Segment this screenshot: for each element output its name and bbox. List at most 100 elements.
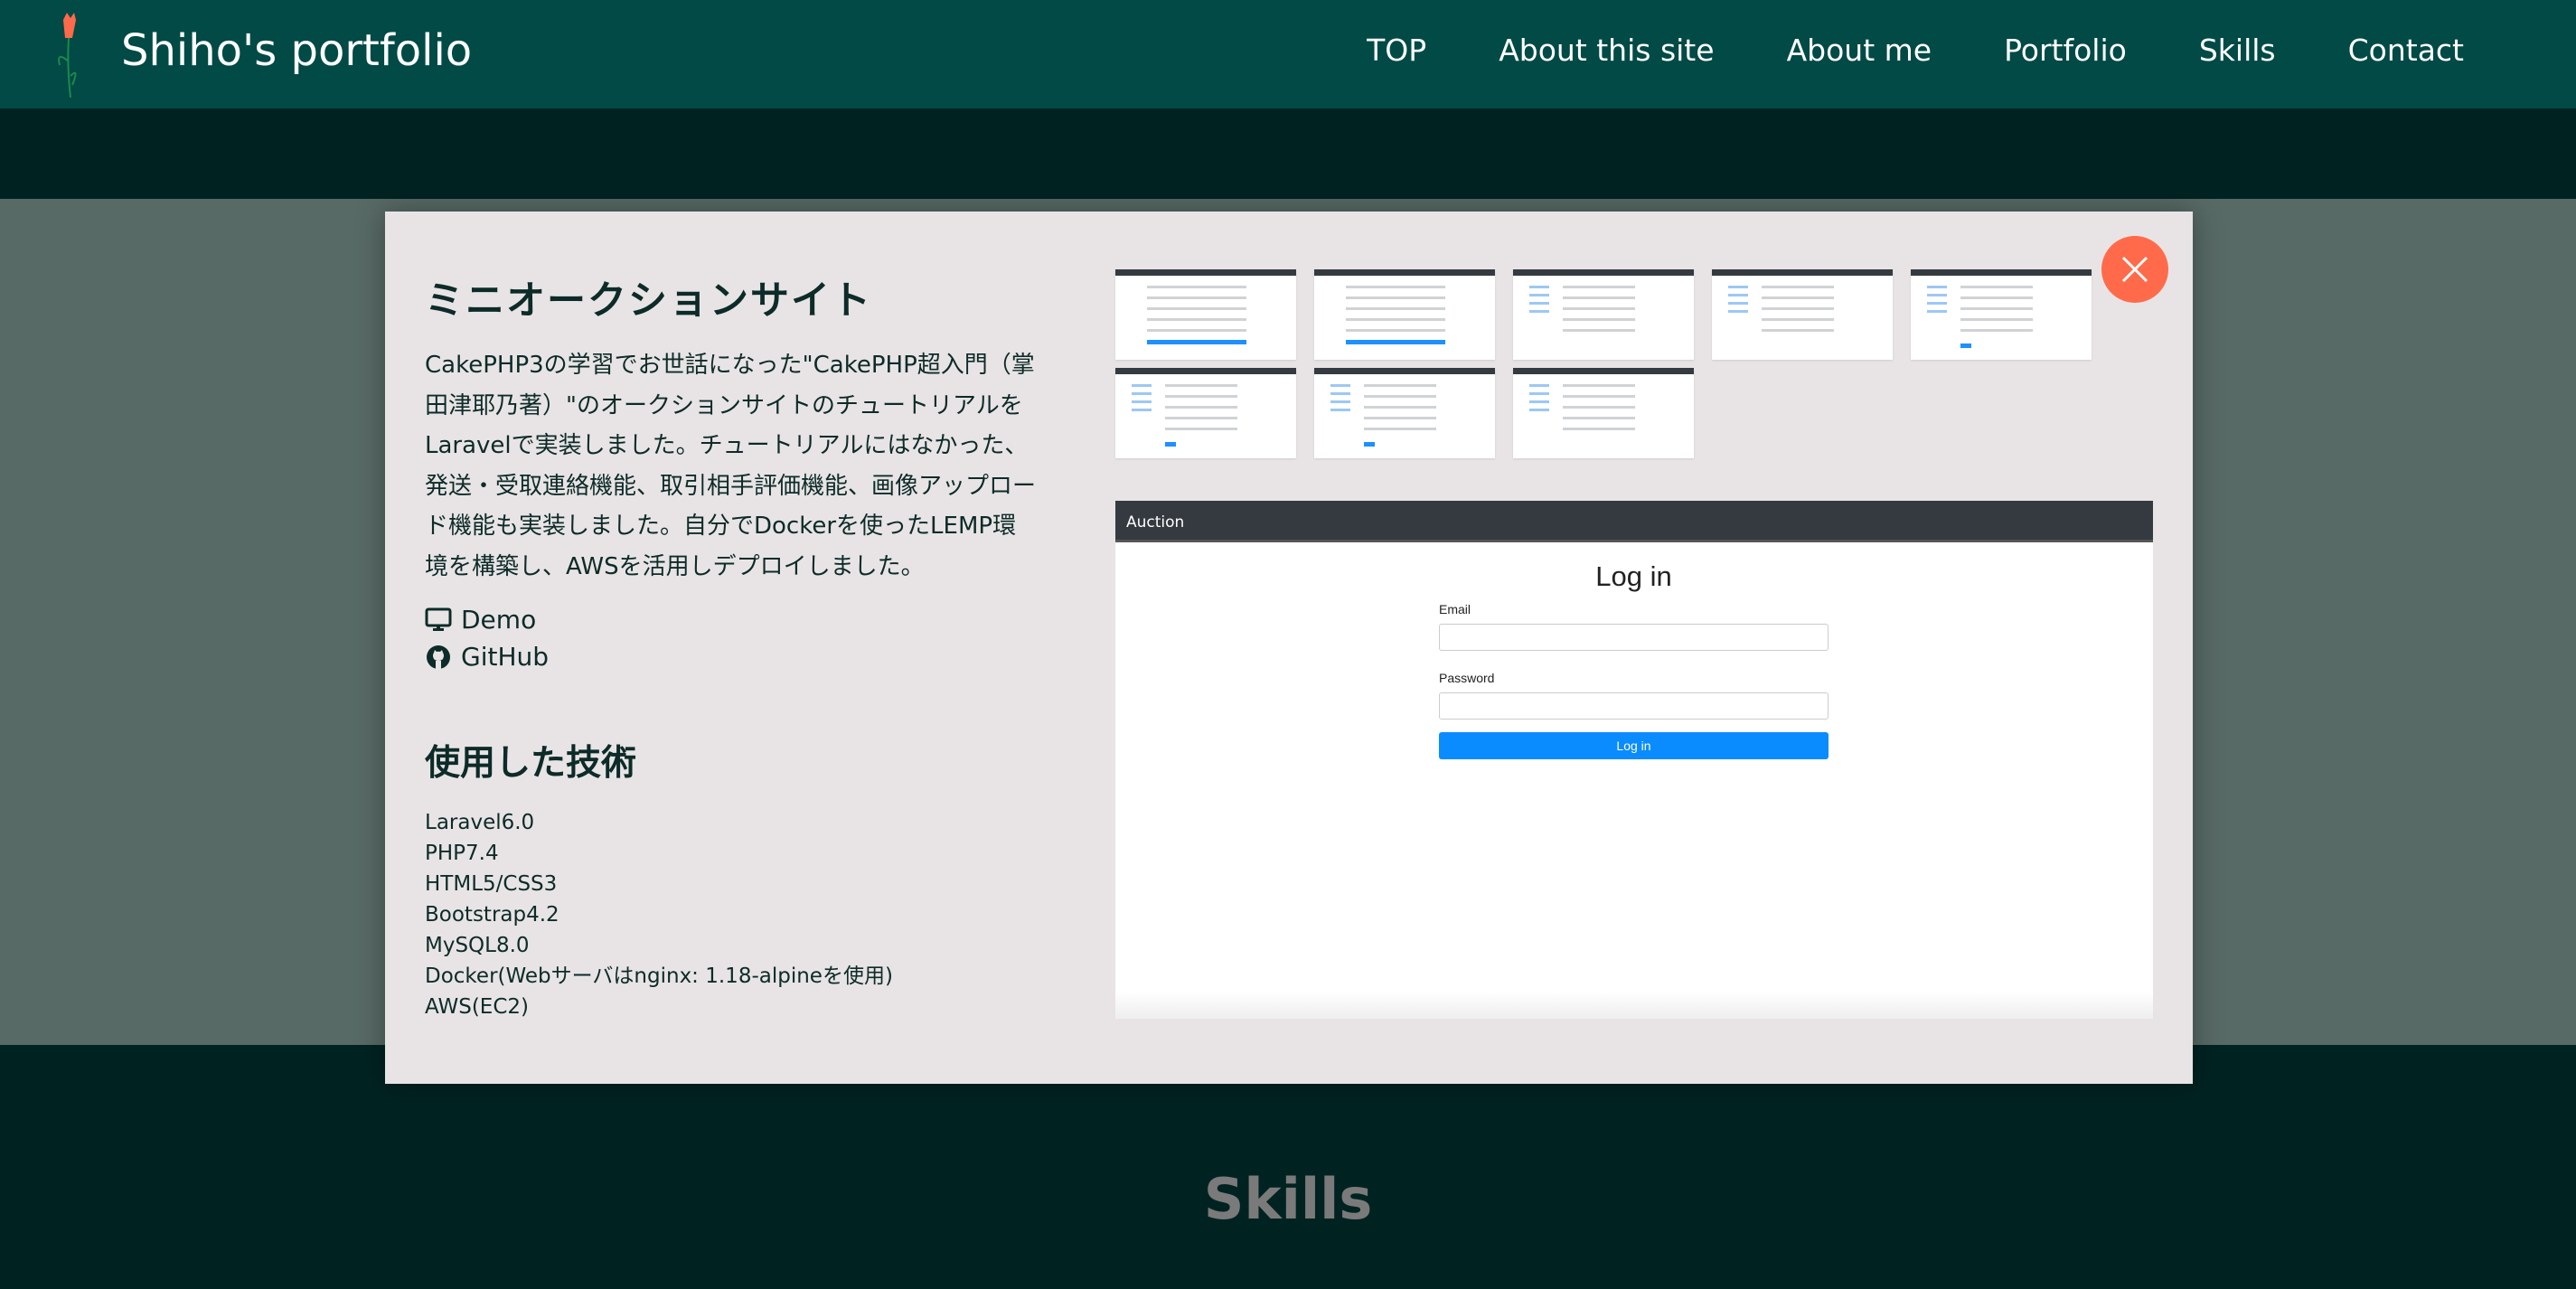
thumb-line bbox=[1147, 318, 1246, 321]
thumb-line bbox=[1346, 329, 1445, 332]
thumb-line bbox=[1563, 406, 1635, 409]
thumb-line bbox=[1762, 286, 1834, 288]
github-link[interactable]: GitHub bbox=[425, 638, 1039, 675]
thumb-navbar bbox=[1314, 368, 1495, 374]
tech-item: AWS(EC2) bbox=[425, 995, 529, 1019]
portfolio-modal: ミニオークションサイト CakePHP3の学習でお世話になった"CakePHP超… bbox=[385, 212, 2193, 1084]
thumb-sidebar-link bbox=[1529, 294, 1549, 296]
thumb-line bbox=[1563, 318, 1635, 321]
thumb-sidebar-link bbox=[1529, 302, 1549, 305]
thumb-sidebar-link bbox=[1132, 392, 1152, 395]
thumb-line bbox=[1346, 286, 1445, 288]
thumb-line bbox=[1165, 406, 1237, 409]
close-icon bbox=[2121, 256, 2148, 283]
thumb-sidebar-link bbox=[1728, 286, 1748, 288]
thumb-line bbox=[1364, 395, 1436, 398]
thumb-line bbox=[1762, 329, 1834, 332]
site-brand[interactable]: Shiho's portfolio bbox=[121, 25, 472, 76]
thumb-sidebar-link bbox=[1529, 392, 1549, 395]
screenshot-thumbnail[interactable] bbox=[1513, 269, 1694, 360]
thumb-button bbox=[1147, 340, 1246, 344]
main-nav: TOP About this site About me Portfolio S… bbox=[1367, 33, 2464, 68]
demo-link-label: Demo bbox=[461, 605, 537, 635]
tech-item: HTML5/CSS3 bbox=[425, 872, 558, 896]
thumb-sidebar-link bbox=[1728, 302, 1748, 305]
nav-about-me[interactable]: About me bbox=[1787, 33, 1932, 68]
thumb-sidebar-link bbox=[1132, 384, 1152, 387]
github-icon bbox=[427, 644, 450, 669]
screenshot-thumbnail[interactable] bbox=[1115, 368, 1296, 458]
thumb-line bbox=[1563, 329, 1635, 332]
thumb-line bbox=[1165, 395, 1237, 398]
thumb-line bbox=[1563, 395, 1635, 398]
thumb-navbar bbox=[1911, 269, 2092, 276]
screenshot-thumbnail[interactable] bbox=[1115, 269, 1296, 360]
screenshot-thumbnail[interactable] bbox=[1513, 368, 1694, 458]
preview-title: Log in bbox=[1595, 560, 1672, 592]
thumb-navbar bbox=[1115, 368, 1296, 374]
thumb-line bbox=[1346, 318, 1445, 321]
thumb-line bbox=[1364, 428, 1436, 430]
screenshot-thumbnails bbox=[1115, 269, 2128, 458]
thumb-sidebar-link bbox=[1330, 392, 1350, 395]
thumb-line bbox=[1147, 329, 1246, 332]
tech-item: Docker(Webサーバはnginx: 1.18-alpineを使用) bbox=[425, 964, 893, 988]
nav-contact[interactable]: Contact bbox=[2348, 33, 2464, 68]
screenshot-thumbnail[interactable] bbox=[1314, 368, 1495, 458]
thumb-sidebar-link bbox=[1927, 302, 1947, 305]
tech-heading: 使用した技術 bbox=[425, 743, 637, 784]
thumb-button bbox=[1364, 442, 1375, 447]
nav-portfolio[interactable]: Portfolio bbox=[2004, 33, 2127, 68]
thumb-sidebar-link bbox=[1927, 286, 1947, 288]
thumb-sidebar-link bbox=[1728, 294, 1748, 296]
thumb-line bbox=[1960, 296, 2033, 299]
thumb-sidebar-link bbox=[1132, 400, 1152, 403]
thumb-sidebar-link bbox=[1529, 286, 1549, 288]
screenshot-thumbnail[interactable] bbox=[1911, 269, 2092, 360]
screenshot-thumbnail[interactable] bbox=[1712, 269, 1893, 360]
demo-link[interactable]: Demo bbox=[425, 601, 1039, 638]
tech-item: Laravel6.0 bbox=[425, 811, 535, 834]
thumb-button bbox=[1960, 343, 1971, 348]
thumb-sidebar-link bbox=[1529, 384, 1549, 387]
preview-email-label: Email bbox=[1439, 602, 1471, 616]
tech-list: Laravel6.0 PHP7.4 HTML5/CSS3 Bootstrap4.… bbox=[425, 807, 1039, 1022]
thumb-line bbox=[1364, 406, 1436, 409]
screenshot-thumbnail[interactable] bbox=[1314, 269, 1495, 360]
thumb-sidebar-link bbox=[1330, 409, 1350, 411]
close-button[interactable] bbox=[2101, 236, 2168, 303]
nav-skills[interactable]: Skills bbox=[2199, 33, 2276, 68]
thumb-sidebar-link bbox=[1330, 384, 1350, 387]
tech-item: PHP7.4 bbox=[425, 842, 499, 865]
tech-item: MySQL8.0 bbox=[425, 934, 530, 957]
thumb-line bbox=[1762, 307, 1834, 310]
thumb-line bbox=[1364, 384, 1436, 387]
project-description: CakePHP3の学習でお世話になった"CakePHP超入門（掌田津耶乃著）"の… bbox=[425, 352, 1037, 580]
project-details: ミニオークションサイト CakePHP3の学習でお世話になった"CakePHP超… bbox=[425, 269, 1039, 1022]
screenshot-preview: Auction Log in Email Password Log in bbox=[1115, 501, 2153, 1019]
preview-login-button: Log in bbox=[1439, 732, 1829, 759]
project-title: ミニオークションサイト bbox=[425, 278, 872, 324]
project-links: Demo GitHub bbox=[425, 601, 1039, 675]
thumb-line bbox=[1563, 428, 1635, 430]
thumb-line bbox=[1147, 286, 1246, 288]
thumb-sidebar-link bbox=[1927, 294, 1947, 296]
nav-top[interactable]: TOP bbox=[1367, 33, 1426, 68]
thumb-button bbox=[1346, 340, 1445, 344]
thumb-line bbox=[1960, 318, 2033, 321]
thumb-sidebar-link bbox=[1132, 409, 1152, 411]
thumb-line bbox=[1762, 296, 1834, 299]
thumb-sidebar-link bbox=[1728, 310, 1748, 313]
thumb-line bbox=[1165, 428, 1237, 430]
nav-about-site[interactable]: About this site bbox=[1499, 33, 1714, 68]
preview-fade bbox=[1115, 992, 2153, 1019]
monitor-icon bbox=[425, 607, 452, 631]
tulip-logo-icon bbox=[58, 13, 77, 98]
site-header: Shiho's portfolio TOP About this site Ab… bbox=[0, 0, 2576, 108]
thumb-line bbox=[1165, 384, 1237, 387]
preview-login-form: Log in Email Password Log in bbox=[1439, 560, 1829, 759]
preview-navbar: Auction bbox=[1115, 501, 2153, 542]
thumb-line bbox=[1364, 417, 1436, 419]
thumb-sidebar-link bbox=[1529, 400, 1549, 403]
thumb-line bbox=[1960, 286, 2033, 288]
